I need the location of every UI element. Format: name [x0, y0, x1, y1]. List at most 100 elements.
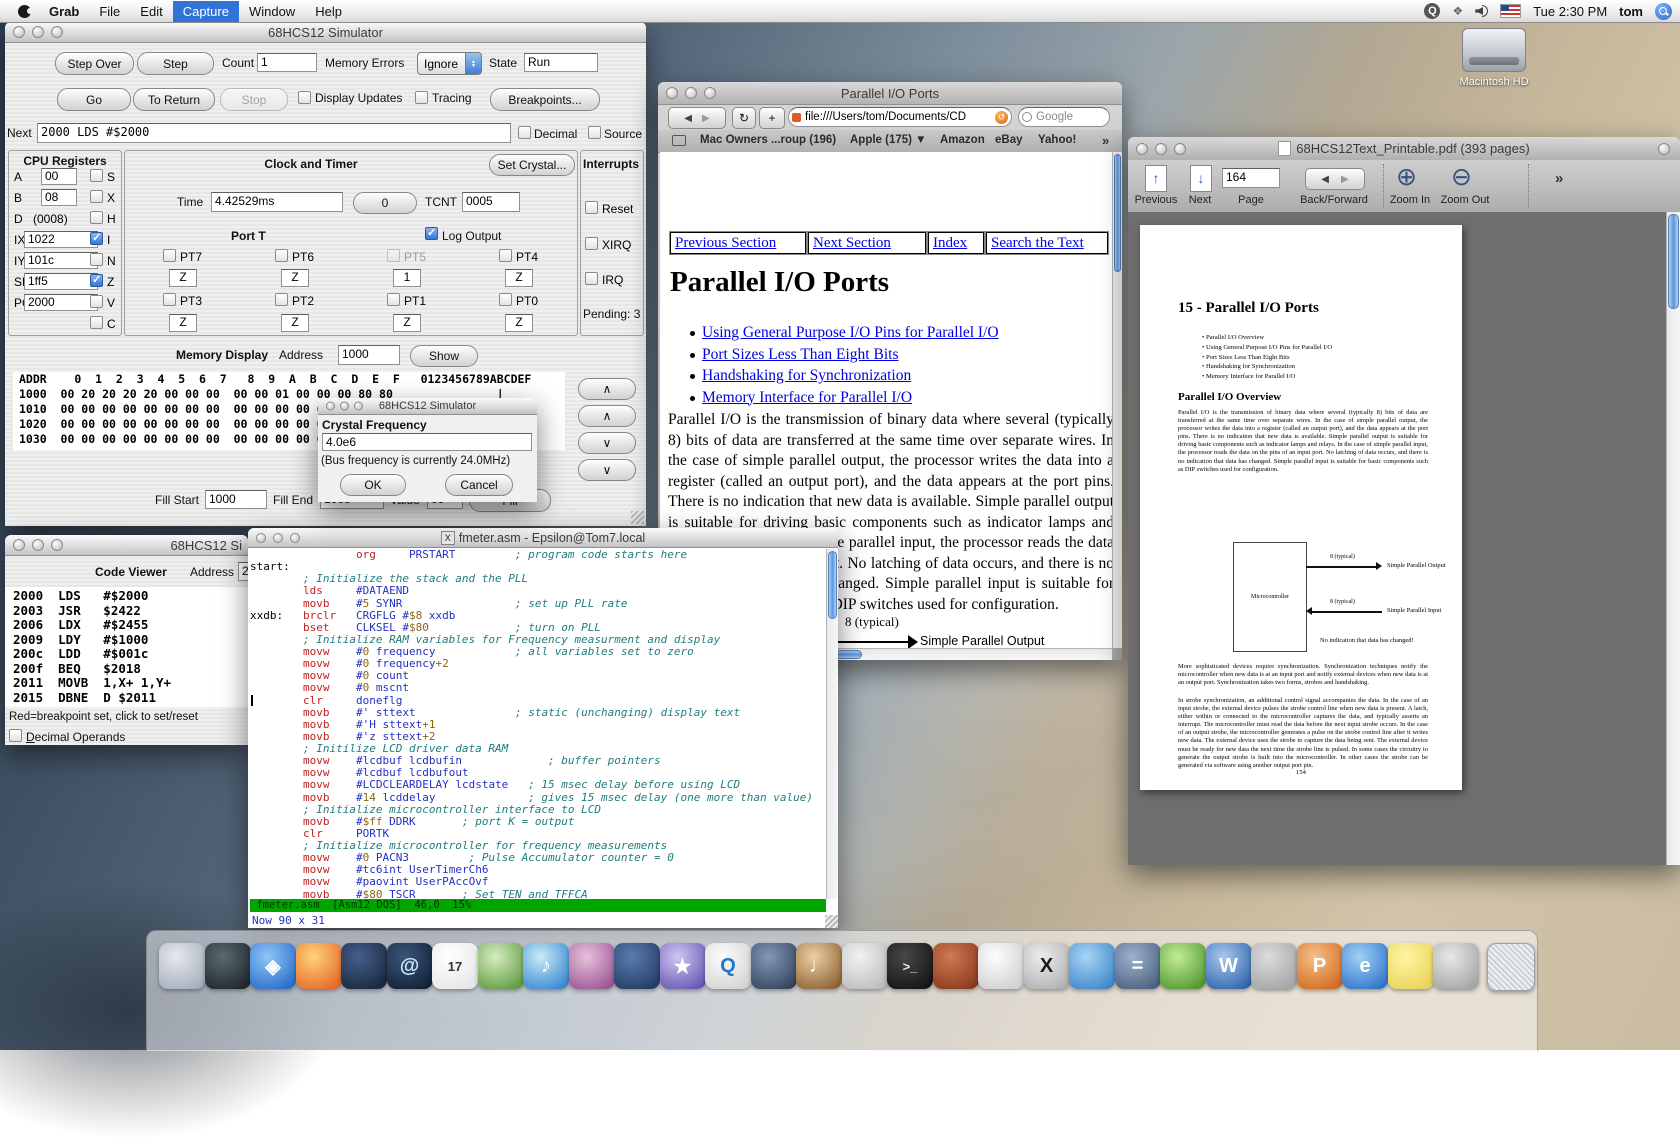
dock-icon-idvd[interactable] — [751, 943, 797, 989]
search-field[interactable]: Google — [1018, 107, 1110, 127]
flag-checkbox-s[interactable] — [90, 169, 103, 182]
toc-link[interactable]: Handshaking for Synchronization — [702, 367, 911, 385]
menu-item-edit[interactable]: Edit — [130, 1, 172, 22]
bookmarks-book-icon[interactable] — [672, 135, 686, 146]
close-icon[interactable] — [13, 26, 25, 38]
reload-button[interactable]: ↻ — [732, 107, 756, 129]
dock-icon-itunes[interactable]: ♪ — [523, 943, 569, 989]
editor-titlebar[interactable]: X fmeter.asm - Epsilon@Tom7.local — [248, 528, 838, 548]
browser-titlebar[interactable]: Parallel I/O Ports — [658, 82, 1122, 105]
port-checkbox-pt2[interactable] — [275, 293, 288, 306]
log-output-checkbox[interactable] — [425, 227, 438, 240]
register-field-a[interactable]: 00 — [41, 168, 77, 185]
nav-link-search-the-text[interactable]: Search the Text — [991, 235, 1084, 252]
toolbar-overflow-icon[interactable]: » — [1555, 170, 1563, 187]
port-checkbox-pt3[interactable] — [163, 293, 176, 306]
vertical-scrollbar[interactable] — [826, 549, 838, 899]
input-language-flag-icon[interactable] — [1500, 4, 1521, 18]
bookmark-item[interactable]: Apple (175) ▼ — [850, 134, 927, 146]
menu-item-file[interactable]: File — [89, 1, 130, 22]
spotlight-icon[interactable] — [1655, 3, 1672, 20]
minimize-icon[interactable] — [32, 539, 44, 551]
dock-icon-textedit[interactable] — [978, 943, 1024, 989]
toc-link[interactable]: Memory Interface for Parallel I/O — [702, 389, 912, 407]
dock-icon-msn-messenger[interactable] — [1160, 943, 1206, 989]
code-viewer-address-field[interactable]: 200 — [238, 562, 248, 581]
code-line[interactable]: 2009 LDY #$1000 — [13, 633, 248, 648]
editor-line[interactable]: org PRSTART ; program code starts here — [250, 549, 826, 561]
minimize-icon[interactable] — [340, 402, 349, 411]
memory-errors-popup[interactable]: Ignore ▲▼ — [417, 52, 482, 75]
macintosh-hd-icon[interactable]: Macintosh HD — [1448, 28, 1540, 100]
code-line[interactable]: 2006 LDX #$2455 — [13, 618, 248, 633]
forward-icon[interactable]: ▶ — [702, 113, 710, 124]
menu-item-window[interactable]: Window — [239, 1, 305, 22]
port-value-field-pt4[interactable]: Z — [505, 269, 533, 287]
stop-button[interactable]: Stop — [220, 88, 288, 111]
simulator-titlebar[interactable]: 68HCS12 Simulator — [5, 22, 646, 43]
minimize-icon[interactable] — [273, 533, 283, 543]
time-field[interactable]: 4.42529ms — [211, 192, 343, 212]
scroll-up-button[interactable]: ∧ — [578, 405, 636, 427]
dock-icon-internet-explorer[interactable]: e — [1342, 943, 1388, 989]
source-checkbox[interactable] — [588, 126, 601, 139]
register-field-ix[interactable]: 1022 — [24, 231, 98, 248]
apple-menu-icon[interactable] — [18, 5, 31, 18]
zoom-icon[interactable] — [704, 87, 716, 99]
dock-icon-aperture[interactable] — [569, 943, 615, 989]
memory-address-field[interactable]: 1000 — [338, 345, 400, 365]
port-value-field-pt6[interactable]: Z — [281, 269, 309, 287]
count-field[interactable]: 1 — [257, 53, 317, 72]
close-icon[interactable] — [13, 539, 25, 551]
register-field-sp[interactable]: 1ff5 — [24, 273, 98, 290]
scroll-thumb[interactable] — [828, 551, 837, 619]
bookmark-item[interactable]: Amazon — [940, 134, 985, 146]
zoom-in-icon[interactable]: ⊕ — [1396, 162, 1417, 192]
code-line[interactable]: 2011 MOVB 1,X+ 1,Y+ — [13, 676, 248, 691]
toc-link[interactable]: Port Sizes Less Than Eight Bits — [702, 346, 898, 364]
dock-icon-stickies[interactable] — [1388, 943, 1434, 989]
flag-checkbox-v[interactable] — [90, 295, 103, 308]
dock-icon-iphoto[interactable] — [478, 943, 524, 989]
register-field-b[interactable]: 08 — [41, 189, 77, 206]
port-value-field-pt1[interactable]: Z — [393, 314, 421, 332]
scroll-thumb[interactable] — [1668, 214, 1679, 309]
decimal-checkbox[interactable] — [518, 126, 531, 139]
interrupt-checkbox-reset[interactable] — [585, 201, 598, 214]
dock-icon-disk-utility[interactable] — [1433, 943, 1479, 989]
crystal-frequency-field[interactable]: 4.0e6 — [322, 433, 532, 451]
register-field-pc[interactable]: 2000 — [24, 294, 98, 311]
reset-time-button[interactable]: 0 — [353, 192, 417, 214]
scroll-down-button[interactable]: ∨ — [578, 432, 636, 454]
zoom-icon[interactable] — [1174, 143, 1186, 155]
dock-icon-grab[interactable] — [159, 943, 205, 989]
fill-start-field[interactable]: 1000 — [205, 490, 267, 509]
back-icon[interactable]: ◀ — [684, 113, 692, 124]
add-bookmark-button[interactable]: + — [759, 107, 785, 129]
flag-checkbox-c[interactable] — [90, 316, 103, 329]
flag-checkbox-x[interactable] — [90, 190, 103, 203]
close-icon[interactable] — [256, 533, 266, 543]
menu-item-grab[interactable]: Grab — [39, 1, 89, 22]
code-line[interactable]: 2000 LDS #$2000 — [13, 589, 248, 604]
menu-clock[interactable]: Tue 2:30 PM — [1533, 4, 1607, 19]
dock-icon-appleworks[interactable] — [842, 943, 888, 989]
vertical-scrollbar[interactable] — [1112, 152, 1122, 648]
previous-page-icon[interactable]: ↑ — [1145, 165, 1167, 192]
dock-icon-word[interactable]: W — [1206, 943, 1252, 989]
pdf-titlebar[interactable]: 68HCS12Text_Printable.pdf (393 pages) — [1128, 137, 1680, 161]
nav-link-previous-section[interactable]: Previous Section — [675, 235, 776, 252]
bookmark-item[interactable]: Yahoo! — [1038, 134, 1076, 146]
scroll-down-page-button[interactable]: ∨ — [578, 459, 636, 481]
dock-icon-sherlock[interactable] — [1069, 943, 1115, 989]
nav-link-next-section[interactable]: Next Section — [813, 235, 891, 252]
port-value-field-pt7[interactable]: Z — [169, 269, 197, 287]
zoom-icon[interactable] — [51, 539, 63, 551]
menu-user[interactable]: tom — [1619, 4, 1643, 19]
flag-checkbox-z[interactable] — [90, 274, 103, 287]
register-field-iy[interactable]: 101c — [24, 252, 98, 269]
port-value-field-pt0[interactable]: Z — [505, 314, 533, 332]
show-button[interactable]: Show — [410, 345, 478, 367]
trash-icon[interactable] — [1487, 943, 1535, 991]
zoom-icon[interactable] — [51, 26, 63, 38]
